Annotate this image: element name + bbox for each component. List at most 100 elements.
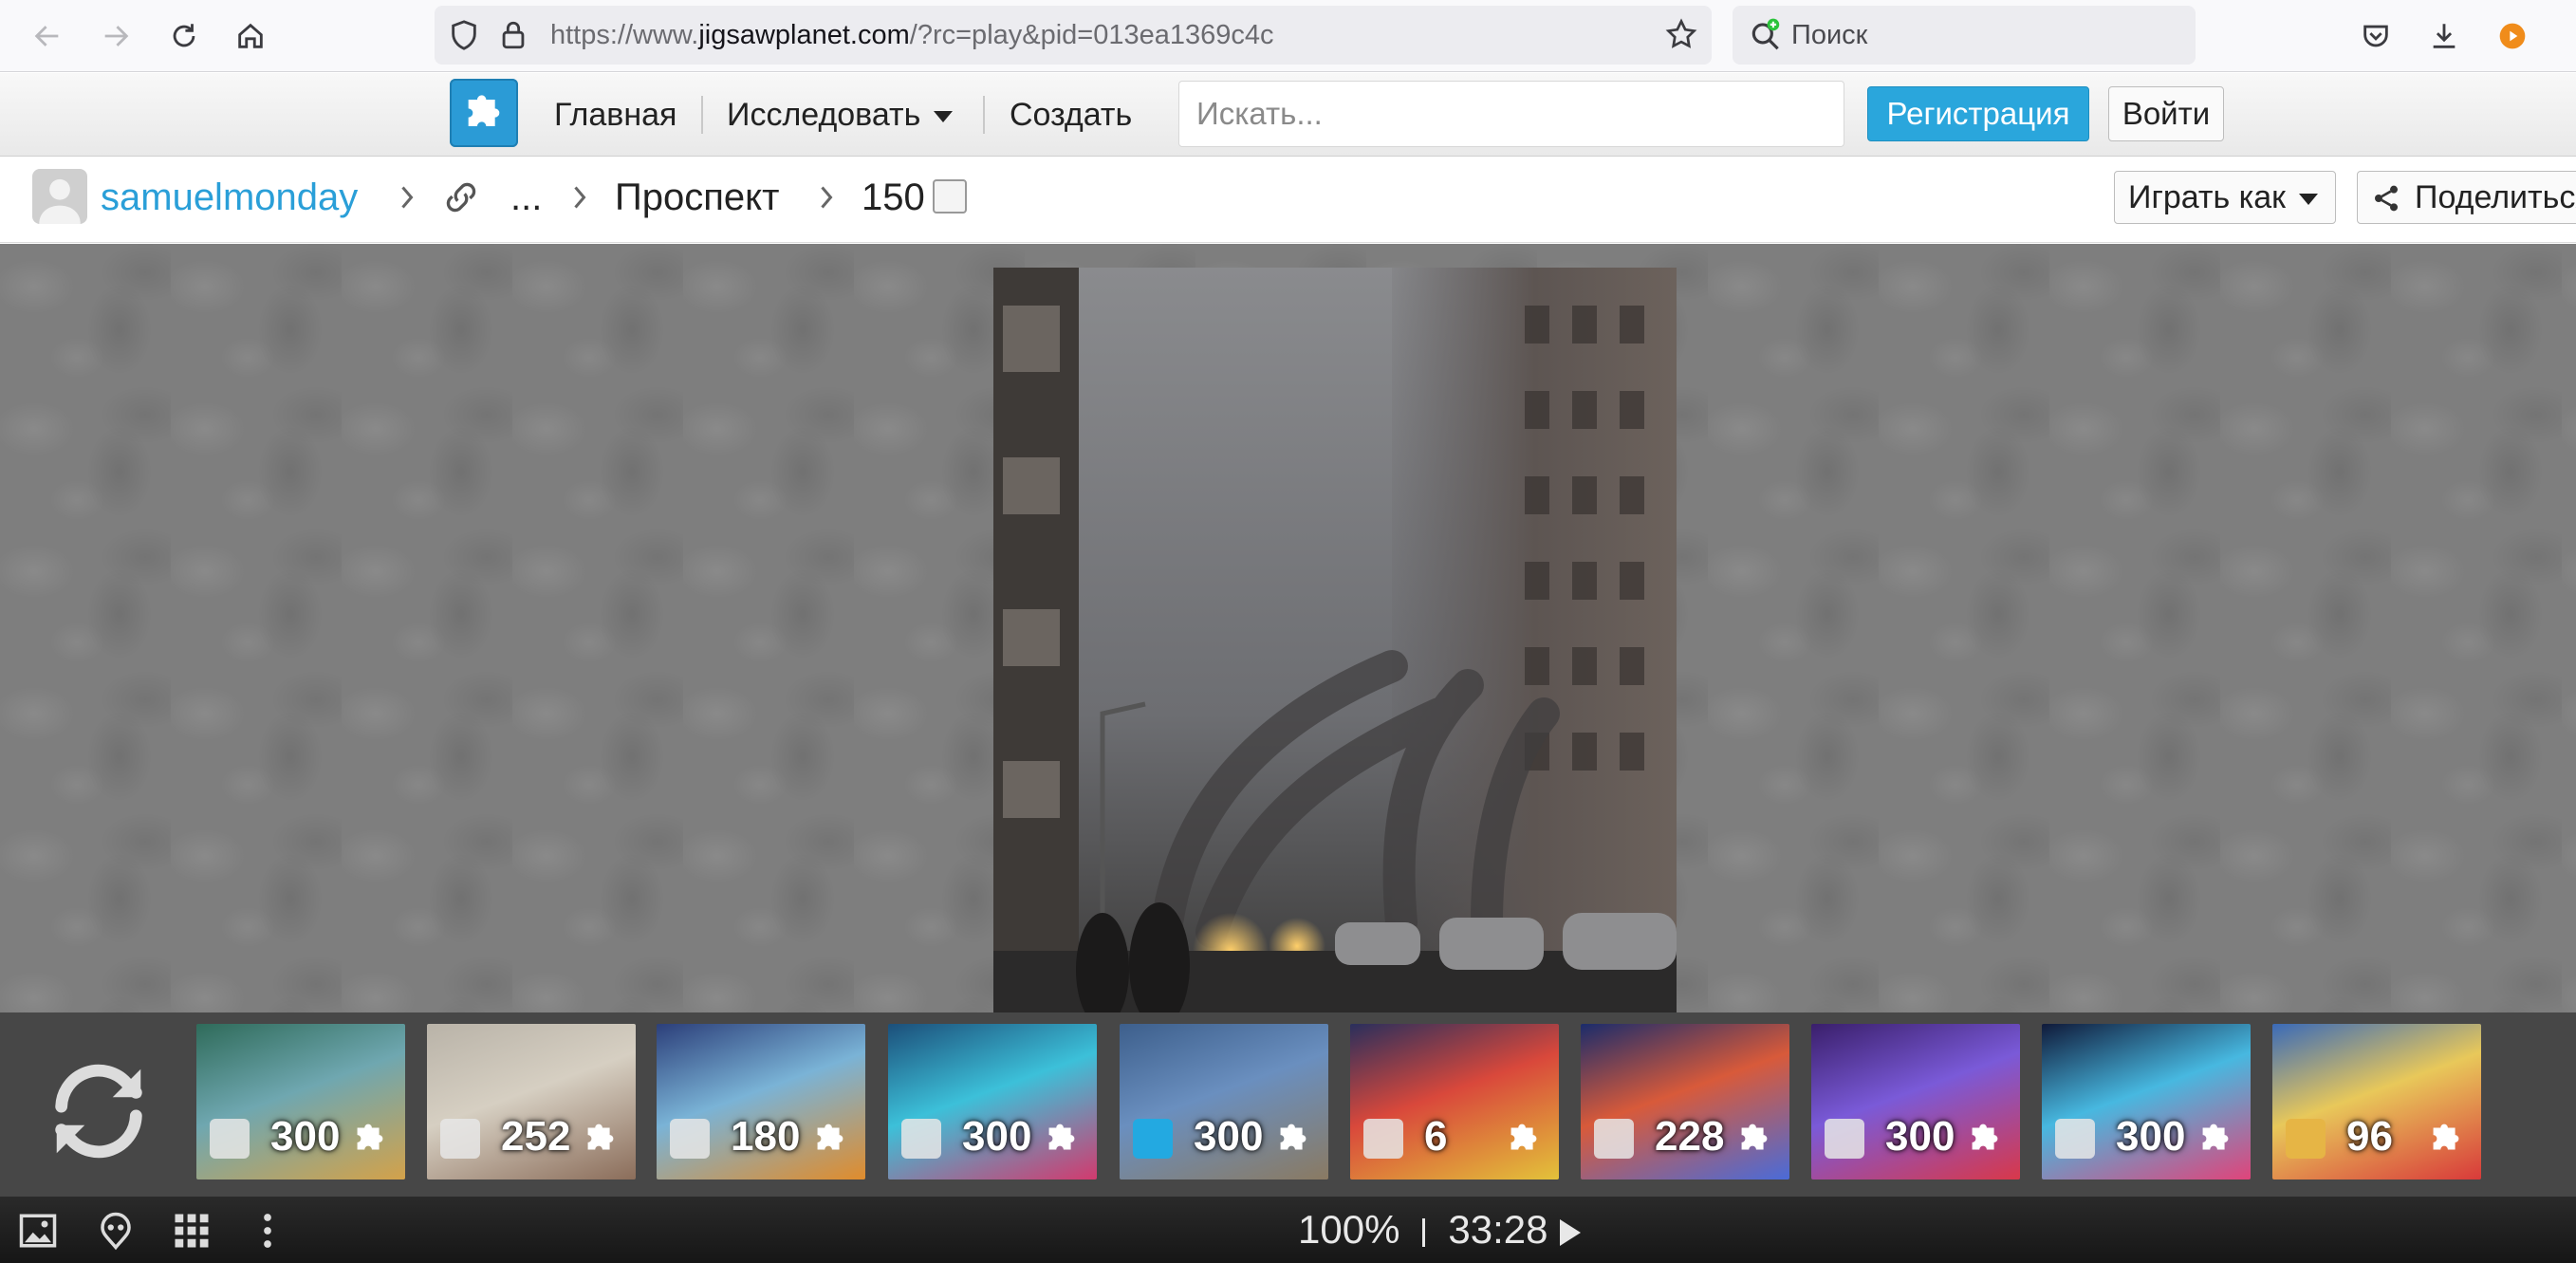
puzzle-thumbnail[interactable]: 300 xyxy=(2042,1024,2251,1179)
reload-button[interactable] xyxy=(161,13,207,59)
link-icon[interactable] xyxy=(438,176,484,218)
zoom-level[interactable]: 100% xyxy=(1298,1207,1399,1252)
puzzle-piece-icon xyxy=(1048,1124,1075,1150)
nav-divider xyxy=(701,96,703,134)
play-as-label: Играть как xyxy=(2128,179,2287,215)
nav-explore[interactable]: Исследовать xyxy=(727,73,954,157)
thumbnail-piece-count: 300 xyxy=(270,1113,341,1160)
bookmark-star-icon[interactable] xyxy=(1664,17,1698,51)
url-text: https://www.jigsawplanet.com/?rc=play&pi… xyxy=(550,6,1274,65)
back-button[interactable] xyxy=(25,13,70,59)
puzzle-thumbnail[interactable]: 180 xyxy=(657,1024,865,1179)
share-icon xyxy=(2375,185,2398,212)
chevron-right-icon xyxy=(821,186,833,209)
puzzle-logo-icon xyxy=(468,95,500,126)
breadcrumb-ellipsis[interactable]: ... xyxy=(510,158,542,237)
browser-search-placeholder: Поиск xyxy=(1791,20,1868,50)
puzzle-thumbnail[interactable]: 300 xyxy=(196,1024,405,1179)
puzzle-thumbnail[interactable]: 6 xyxy=(1350,1024,1559,1179)
home-button[interactable] xyxy=(228,13,273,59)
breadcrumb-category[interactable]: Проспект xyxy=(615,158,779,237)
share-button[interactable]: Поделиться xyxy=(2357,171,2576,224)
home-icon xyxy=(238,23,263,48)
site-search-input[interactable] xyxy=(1178,81,1844,147)
lock-icon[interactable] xyxy=(497,19,529,51)
browser-search-bar[interactable]: Поиск xyxy=(1733,6,2196,65)
avatar[interactable] xyxy=(32,169,87,224)
breadcrumb-user[interactable]: samuelmonday xyxy=(101,158,358,237)
arrange-pieces-button[interactable] xyxy=(171,1210,213,1252)
puzzle-piece-icon xyxy=(2433,1124,2459,1150)
user-silhouette-icon xyxy=(39,178,81,224)
site-header: Главная Исследовать Создать Регистрация … xyxy=(0,73,2576,157)
piece-count: 150 xyxy=(862,176,925,218)
puzzle-picture xyxy=(993,268,1677,1012)
puzzle-play-area[interactable] xyxy=(0,244,2576,1012)
related-puzzles-strip: 300 252 180 300 300 6 228 300 300 96 xyxy=(0,1012,2576,1197)
search-icon xyxy=(1751,18,1780,50)
puzzle-piece-icon xyxy=(1280,1124,1307,1150)
owner-avatar xyxy=(670,1119,710,1159)
puzzle-image[interactable] xyxy=(993,268,1677,1012)
shield-icon[interactable] xyxy=(448,19,480,51)
ghost-image-button[interactable] xyxy=(95,1210,137,1252)
download-icon xyxy=(2433,24,2456,48)
thumbnail-piece-count: 180 xyxy=(731,1113,801,1160)
owner-avatar xyxy=(1363,1119,1403,1159)
status-divider xyxy=(1422,1217,1426,1247)
puzzle-status: 100% 33:28 xyxy=(1298,1197,1581,1263)
reload-icon xyxy=(173,24,195,47)
puzzle-thumbnail[interactable]: 300 xyxy=(888,1024,1097,1179)
puzzle-toolbar: 100% 33:28 xyxy=(0,1197,2576,1263)
puzzle-piece-icon xyxy=(587,1124,614,1150)
refresh-icon xyxy=(55,1064,142,1159)
address-bar[interactable]: https://www.jigsawplanet.com/?rc=play&pi… xyxy=(435,6,1712,65)
image-icon xyxy=(19,1214,57,1248)
owner-avatar xyxy=(2286,1119,2326,1159)
thumbnail-piece-count: 300 xyxy=(1885,1113,1955,1160)
puzzle-thumbnail[interactable]: 96 xyxy=(2272,1024,2481,1179)
thumbnail-piece-count: 300 xyxy=(1194,1113,1264,1160)
url-prefix: https://www. xyxy=(550,20,699,50)
owner-avatar xyxy=(901,1119,941,1159)
register-button[interactable]: Регистрация xyxy=(1867,86,2089,141)
puzzle-piece-icon xyxy=(2202,1124,2229,1150)
preview-image-button[interactable] xyxy=(17,1210,59,1252)
back-icon xyxy=(34,26,59,46)
extension-button[interactable] xyxy=(2490,13,2535,59)
grid-icon xyxy=(175,1214,209,1248)
nav-create[interactable]: Создать xyxy=(1010,73,1132,157)
owner-avatar xyxy=(1825,1119,1864,1159)
play-icon[interactable] xyxy=(1559,1218,1581,1246)
site-logo[interactable] xyxy=(450,79,518,147)
owner-avatar xyxy=(2055,1119,2095,1159)
ghost-icon xyxy=(101,1212,131,1251)
nav-divider xyxy=(983,96,985,134)
more-options-button[interactable] xyxy=(247,1210,288,1252)
caret-down-icon xyxy=(2299,194,2319,206)
puzzle-thumbnail[interactable]: 300 xyxy=(1811,1024,2020,1179)
downloads-button[interactable] xyxy=(2421,13,2467,59)
play-as-button[interactable]: Играть как xyxy=(2114,171,2336,224)
nav-explore-label: Исследовать xyxy=(727,97,921,133)
pocket-icon xyxy=(2363,25,2388,47)
puzzle-thumbnail[interactable]: 300 xyxy=(1120,1024,1328,1179)
thumbnail-piece-count: 96 xyxy=(2346,1113,2393,1160)
puzzle-thumbnail[interactable]: 228 xyxy=(1581,1024,1789,1179)
pocket-button[interactable] xyxy=(2353,13,2399,59)
puzzle-piece-icon xyxy=(1510,1124,1537,1150)
refresh-button[interactable] xyxy=(40,1052,158,1170)
puzzle-thumbnail[interactable]: 252 xyxy=(427,1024,636,1179)
login-button[interactable]: Войти xyxy=(2108,86,2224,141)
thumbnail-piece-count: 300 xyxy=(962,1113,1032,1160)
forward-button[interactable] xyxy=(93,13,139,59)
more-vertical-icon xyxy=(264,1214,271,1248)
owner-avatar xyxy=(1594,1119,1634,1159)
owner-avatar xyxy=(440,1119,480,1159)
thumbnail-piece-count: 228 xyxy=(1655,1113,1725,1160)
share-label: Поделиться xyxy=(2415,179,2576,215)
thumbnail-piece-count: 300 xyxy=(2116,1113,2186,1160)
nav-home[interactable]: Главная xyxy=(554,73,676,157)
puzzle-piece-icon xyxy=(357,1124,383,1150)
chevron-right-icon xyxy=(574,186,586,209)
